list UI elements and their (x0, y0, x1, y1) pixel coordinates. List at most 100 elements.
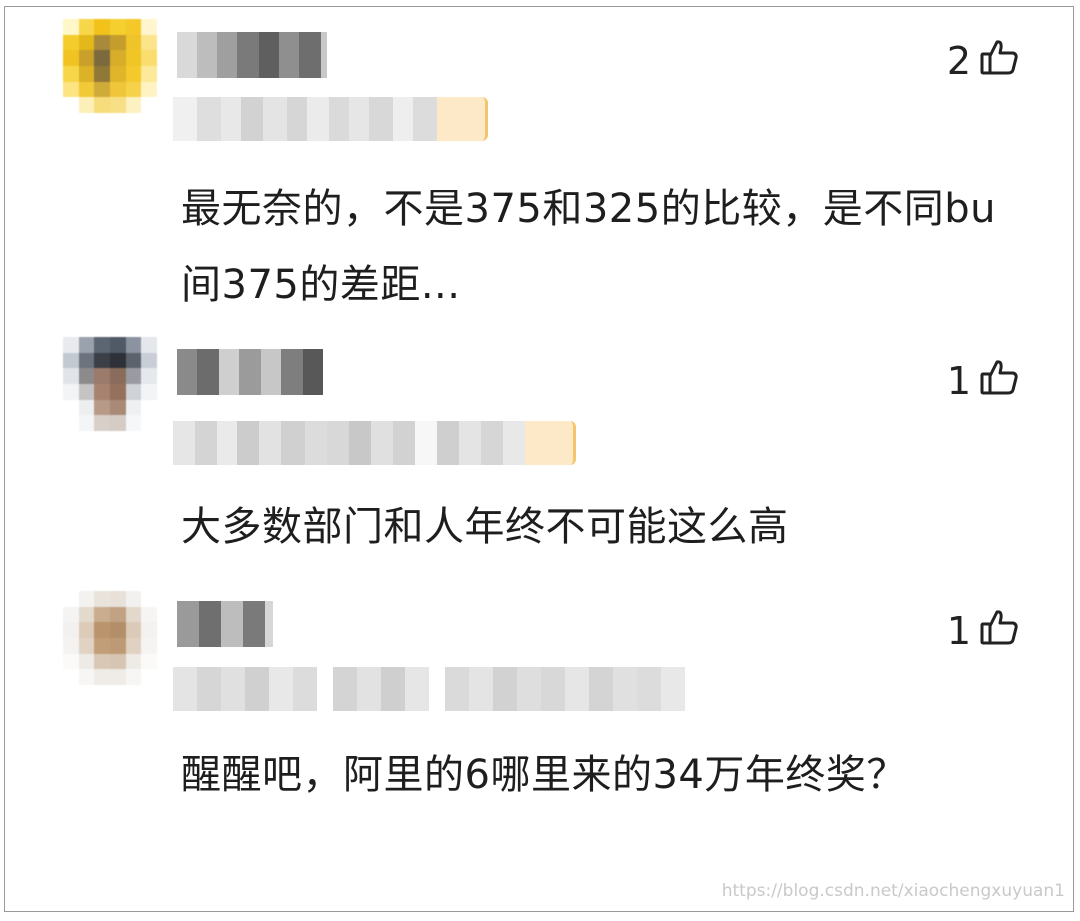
avatar-mosaic-cell (78, 50, 95, 66)
level-badge (525, 421, 576, 465)
like-button[interactable]: 1 (947, 609, 1019, 653)
avatar-mosaic-cell (94, 384, 110, 400)
avatar-mosaic-cell (141, 591, 157, 607)
avatar-mosaic-cell (125, 81, 142, 98)
avatar-mosaic-cell (141, 66, 157, 82)
thumbs-up-icon (979, 37, 1019, 86)
avatar-mosaic-cell (78, 384, 95, 400)
avatar-mosaic-cell (63, 415, 79, 431)
avatar-mosaic-cell (125, 606, 142, 623)
avatar-mosaic-cell (110, 337, 126, 353)
avatar-mosaic-cell (78, 399, 95, 416)
avatar-mosaic-cell (125, 415, 142, 431)
avatar-mosaic-cell (94, 653, 110, 670)
avatar-mosaic-cell (110, 50, 126, 66)
avatar-mosaic-cell (78, 97, 95, 113)
avatar-mosaic-cell (63, 653, 79, 670)
avatar-mosaic-cell (94, 368, 110, 384)
avatar-mosaic-cell (63, 384, 79, 400)
avatar-mosaic-cell (94, 81, 110, 98)
avatar-mosaic-cell (94, 352, 110, 369)
avatar-mosaic-cell (141, 368, 157, 384)
avatar-mosaic-cell (110, 19, 126, 35)
avatar-mosaic-cell (94, 50, 110, 66)
avatar-mosaic-cell (94, 399, 110, 416)
username-blurred[interactable] (177, 32, 327, 78)
avatar-mosaic-cell (78, 669, 95, 685)
avatar-mosaic-cell (78, 19, 95, 35)
avatar-mosaic-cell (125, 97, 142, 113)
avatar-mosaic-cell (141, 622, 157, 638)
avatar-mosaic-cell (63, 399, 79, 416)
avatar-mosaic-cell (110, 97, 126, 113)
avatar-mosaic-cell (125, 368, 142, 384)
avatar-mosaic-cell (141, 19, 157, 35)
avatar-mosaic-cell (110, 622, 126, 638)
avatar-mosaic-cell (125, 399, 142, 416)
comment-list: 2 最无奈的，不是375和325的比较，是不同bu间375的差距... 1 大多… (4, 6, 1074, 912)
avatar-mosaic-cell (78, 638, 95, 654)
avatar-mosaic-cell (110, 352, 126, 369)
avatar-mosaic-cell (78, 34, 95, 51)
username-blurred[interactable] (177, 349, 323, 395)
avatar-mosaic-cell (63, 622, 79, 638)
avatar-mosaic-cell (63, 606, 79, 623)
avatar-mosaic-cell (110, 638, 126, 654)
avatar-mosaic-cell (110, 415, 126, 431)
avatar-mosaic-cell (63, 19, 79, 35)
avatar[interactable] (63, 337, 157, 431)
avatar-mosaic-cell (125, 638, 142, 654)
avatar-mosaic-cell (78, 653, 95, 670)
avatar-mosaic-cell (110, 653, 126, 670)
like-button[interactable]: 1 (947, 359, 1019, 403)
avatar-mosaic-cell (78, 352, 95, 369)
avatar-mosaic-cell (110, 591, 126, 607)
avatar-mosaic-cell (94, 606, 110, 623)
like-count: 1 (946, 609, 971, 653)
avatar-mosaic-cell (141, 337, 157, 353)
avatar-mosaic-cell (110, 606, 126, 623)
avatar-mosaic-cell (78, 81, 95, 98)
avatar-mosaic-cell (63, 97, 79, 113)
avatar-mosaic-cell (141, 606, 157, 623)
avatar-mosaic-cell (141, 653, 157, 670)
avatar-mosaic-cell (125, 653, 142, 670)
avatar-mosaic-cell (63, 337, 79, 353)
avatar-mosaic-cell (78, 591, 95, 607)
avatar-mosaic-cell (94, 591, 110, 607)
avatar-mosaic-cell (63, 669, 79, 685)
avatar-mosaic-cell (125, 50, 142, 66)
avatar-mosaic-cell (125, 352, 142, 369)
user-meta-blurred (173, 421, 576, 465)
avatar-mosaic-cell (94, 97, 110, 113)
avatar-mosaic-cell (94, 66, 110, 82)
avatar-mosaic-cell (94, 19, 110, 35)
avatar-mosaic-cell (125, 66, 142, 82)
avatar-mosaic-cell (141, 415, 157, 431)
watermark: https://blog.csdn.net/xiaochengxuyuan1 (721, 881, 1065, 901)
avatar-mosaic-cell (141, 669, 157, 685)
avatar-mosaic-cell (78, 66, 95, 82)
avatar-mosaic-cell (63, 34, 79, 51)
username-blurred[interactable] (177, 601, 273, 647)
avatar-mosaic-cell (63, 591, 79, 607)
avatar-mosaic-cell (110, 399, 126, 416)
avatar-mosaic-cell (141, 399, 157, 416)
avatar-mosaic-cell (125, 34, 142, 51)
avatar-mosaic-cell (78, 622, 95, 638)
like-button[interactable]: 2 (947, 39, 1019, 83)
avatar-mosaic-cell (78, 606, 95, 623)
thumbs-up-icon (979, 607, 1019, 656)
avatar-mosaic-cell (141, 384, 157, 400)
avatar-mosaic-cell (110, 66, 126, 82)
avatar-mosaic-cell (125, 337, 142, 353)
avatar-mosaic-cell (125, 19, 142, 35)
avatar[interactable] (63, 19, 157, 113)
avatar-mosaic-cell (110, 368, 126, 384)
avatar-mosaic-cell (141, 50, 157, 66)
avatar-mosaic-cell (125, 669, 142, 685)
avatar-mosaic-cell (63, 50, 79, 66)
avatar[interactable] (63, 591, 157, 685)
avatar-mosaic-cell (141, 638, 157, 654)
avatar-mosaic-cell (94, 622, 110, 638)
